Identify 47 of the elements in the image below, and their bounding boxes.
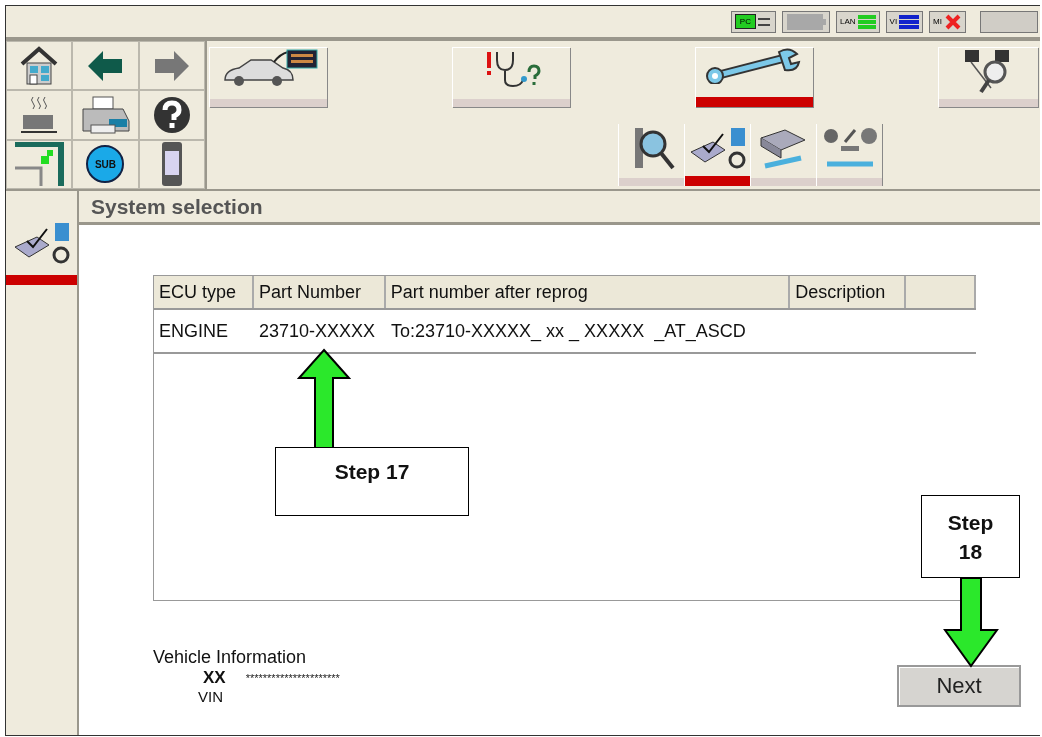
- submode-tab[interactable]: [816, 124, 882, 186]
- vin-label: VIN: [197, 688, 224, 705]
- coffee-cup-icon: [19, 95, 60, 135]
- mode-tab[interactable]: [452, 47, 570, 107]
- battery-indicator: [782, 10, 830, 33]
- vehicle-info-title: Vehicle Information: [153, 647, 308, 668]
- pc-connection-indicator: PC: [730, 10, 776, 33]
- sub-button[interactable]: SUB: [72, 139, 139, 189]
- model-label: XX: [203, 668, 226, 688]
- column-header[interactable]: Part number after reprog: [385, 276, 791, 308]
- mode-tab[interactable]: [695, 47, 813, 107]
- home-button[interactable]: [6, 41, 73, 91]
- help-icon: [152, 96, 191, 134]
- column-header[interactable]: Part Number: [253, 276, 386, 308]
- model-value: **********************: [245, 672, 340, 684]
- mi-indicator: MI: [929, 10, 966, 33]
- forward-arrow-icon: [154, 50, 189, 81]
- submode-tab[interactable]: [750, 124, 816, 186]
- print-button[interactable]: [72, 90, 139, 140]
- column-header[interactable]: Description: [790, 276, 907, 308]
- back-button[interactable]: [72, 41, 139, 91]
- sleep-button[interactable]: [6, 90, 73, 140]
- back-arrow-icon: [88, 50, 123, 81]
- next-button[interactable]: Next: [897, 665, 1021, 707]
- submode-tab[interactable]: [618, 124, 684, 186]
- table-cell-text: 23710-XXXXX: [258, 320, 377, 342]
- house-icon: [20, 45, 59, 86]
- status-panel: [980, 10, 1038, 33]
- column-header[interactable]: ECU type: [154, 276, 254, 308]
- mode-tab[interactable]: [209, 47, 327, 107]
- device-button[interactable]: [138, 139, 205, 189]
- lan-indicator: LAN: [836, 10, 880, 33]
- step-label: Step 18: [946, 510, 995, 565]
- window-icon: [13, 142, 66, 187]
- help-button[interactable]: [138, 90, 205, 140]
- sidebar-item[interactable]: [6, 221, 77, 285]
- window-button[interactable]: [6, 139, 73, 189]
- table-cell-text: ENGINE: [158, 320, 229, 342]
- phone-icon: [160, 141, 183, 188]
- printer-icon: [79, 95, 132, 135]
- mode-tab[interactable]: [938, 47, 1038, 107]
- page-title: System selection: [91, 194, 263, 219]
- vi-indicator: VI: [885, 10, 924, 33]
- table-cell-text: To:23710-XXXXX_ xx _ XXXXX _AT_ASCD: [390, 320, 746, 342]
- step-label: Step 17: [334, 460, 410, 485]
- submode-tab[interactable]: [684, 124, 750, 186]
- forward-button[interactable]: [138, 41, 205, 91]
